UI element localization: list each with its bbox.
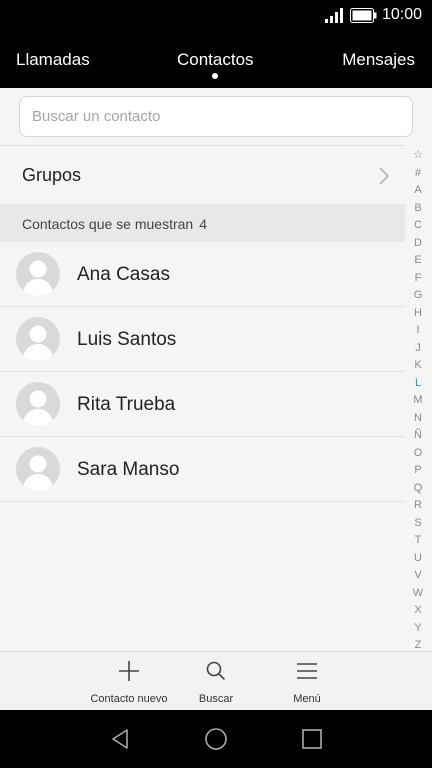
chevron-right-icon	[379, 167, 390, 185]
search-area	[0, 88, 432, 145]
section-label: Contactos que se muestran	[22, 216, 194, 232]
index-letter[interactable]: L	[415, 376, 421, 390]
index-letter[interactable]: U	[414, 551, 422, 565]
search-icon	[206, 661, 226, 681]
menu-icon	[297, 663, 317, 679]
status-time: 10:00	[381, 6, 422, 23]
index-letter[interactable]: D	[414, 236, 422, 250]
alphabet-index[interactable]: ☆ # A B C D E F G H I J K L M N Ñ O P Q R S T U V W X Y Z	[409, 148, 427, 652]
avatar-icon	[16, 252, 60, 296]
index-letter[interactable]: ☆	[413, 148, 423, 162]
index-letter[interactable]: Z	[415, 638, 422, 652]
index-letter[interactable]: O	[414, 446, 423, 460]
menu-label: Menú	[293, 693, 321, 705]
section-label-wrap: Contactos que se muestran 4	[22, 216, 207, 232]
index-letter[interactable]: C	[414, 218, 422, 232]
section-count: 4	[199, 216, 208, 232]
recent-apps-icon[interactable]	[300, 727, 324, 751]
tab-contactos[interactable]: Contactos	[177, 50, 254, 70]
index-letter[interactable]: I	[416, 323, 419, 337]
contact-name: Rita Trueba	[77, 394, 176, 415]
add-contact-label: Contacto nuevo	[90, 693, 168, 705]
tab-llamadas[interactable]: Llamadas	[16, 50, 90, 70]
active-tab-indicator	[212, 73, 218, 79]
bottom-action-bar: Contacto nuevo Buscar Menú	[0, 651, 432, 710]
index-letter[interactable]: J	[415, 341, 421, 355]
battery-icon	[350, 8, 377, 23]
back-icon[interactable]	[108, 727, 132, 751]
contact-row[interactable]: Ana Casas	[0, 242, 405, 307]
add-contact-button[interactable]: Contacto nuevo	[79, 652, 179, 711]
contact-list: Ana Casas Luis Santos Rita Trueba Sara M…	[0, 242, 405, 502]
index-letter[interactable]: H	[414, 306, 422, 320]
home-icon[interactable]	[204, 727, 228, 751]
groups-row[interactable]: Grupos	[0, 145, 405, 204]
system-nav-bar	[0, 710, 432, 768]
contact-row[interactable]: Sara Manso	[0, 437, 405, 502]
index-letter[interactable]: N	[414, 411, 422, 425]
contact-name: Luis Santos	[77, 329, 177, 350]
contact-name: Sara Manso	[77, 459, 180, 480]
index-letter[interactable]: #	[415, 166, 421, 180]
index-letter[interactable]: W	[413, 586, 423, 600]
index-letter[interactable]: S	[414, 516, 421, 530]
index-letter[interactable]: Ñ	[414, 428, 422, 442]
section-header: Contactos que se muestran 4	[0, 204, 405, 242]
menu-button[interactable]: Menú	[257, 652, 357, 711]
status-bar: 10:00	[0, 0, 432, 32]
index-letter[interactable]: F	[415, 271, 422, 285]
avatar-icon	[16, 382, 60, 426]
index-letter[interactable]: R	[414, 498, 422, 512]
search-label: Buscar	[198, 693, 234, 705]
contact-name: Ana Casas	[77, 264, 170, 285]
tab-mensajes[interactable]: Mensajes	[342, 50, 415, 70]
index-letter[interactable]: P	[414, 463, 421, 477]
index-letter[interactable]: Y	[414, 621, 421, 635]
index-letter[interactable]: V	[414, 568, 421, 582]
avatar-icon	[16, 447, 60, 491]
index-letter[interactable]: E	[414, 253, 421, 267]
index-letter[interactable]: A	[414, 183, 421, 197]
tab-bar: Llamadas Contactos Mensajes	[0, 32, 432, 88]
index-letter[interactable]: X	[414, 603, 421, 617]
search-button[interactable]: Buscar	[166, 652, 266, 711]
index-letter[interactable]: M	[413, 393, 422, 407]
index-letter[interactable]: T	[415, 533, 422, 547]
index-letter[interactable]: K	[414, 358, 421, 372]
index-letter[interactable]: G	[414, 288, 423, 302]
index-letter[interactable]: B	[414, 201, 421, 215]
index-letter[interactable]: Q	[414, 481, 423, 495]
search-input[interactable]	[19, 96, 413, 137]
contact-row[interactable]: Rita Trueba	[0, 372, 405, 437]
signal-icon	[325, 8, 343, 23]
contact-row[interactable]: Luis Santos	[0, 307, 405, 372]
avatar-icon	[16, 317, 60, 361]
plus-icon	[119, 661, 139, 681]
groups-label: Grupos	[22, 165, 82, 185]
